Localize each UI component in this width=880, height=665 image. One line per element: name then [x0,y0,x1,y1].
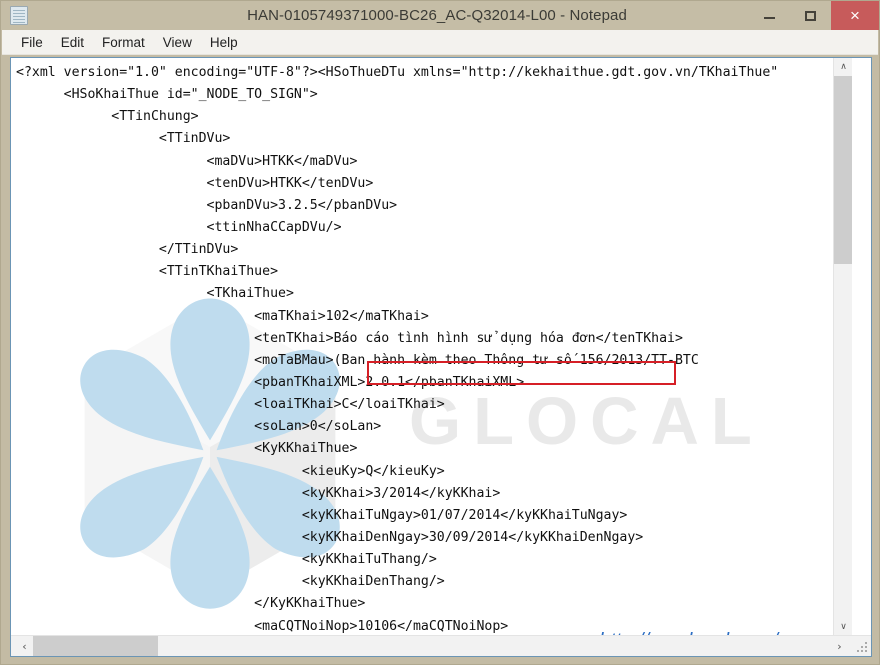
code-line: <kieuKy>Q</kieuKy> [16,463,445,479]
code-line: <tenDVu>HTKK</tenDVu> [16,175,374,191]
code-line: <maTKhai>102</maTKhai> [16,308,429,324]
editor-container: GLOCAL http://es-glocal.com/ <?xml versi… [10,57,872,657]
code-line: <soLan>0</soLan> [16,419,382,435]
window-controls: × [749,1,879,30]
horizontal-scroll-thumb[interactable] [33,636,158,656]
horizontal-scrollbar[interactable]: ‹ › [11,635,871,656]
code-line: <maCQTNoiNop>10106</maCQTNoiNop> [16,618,509,634]
menu-item-view[interactable]: View [154,33,201,52]
maximize-button[interactable] [790,1,831,30]
code-line: <TTinTKhaiThue> [16,264,279,280]
menu-bar: File Edit Format View Help [2,30,878,55]
minimize-button[interactable] [749,1,790,30]
xml-content[interactable]: <?xml version="1.0" encoding="UTF-8"?><H… [11,58,852,636]
menu-item-help[interactable]: Help [201,33,247,52]
notepad-window: HAN-0105749371000-BC26_AC-Q32014-L00 - N… [0,0,880,665]
code-line: <TKhaiThue> [16,286,294,302]
scroll-left-icon[interactable]: ‹ [15,636,34,656]
maximize-icon [805,10,816,21]
scroll-down-icon[interactable]: ∨ [834,618,852,636]
window-title: HAN-0105749371000-BC26_AC-Q32014-L00 - N… [247,7,627,24]
code-line: <TTinDVu> [16,131,231,147]
code-line: </KyKKhaiThue> [16,596,366,612]
code-line: <KyKKhaiThue> [16,441,358,457]
code-line: <pbanDVu>3.2.5</pbanDVu> [16,197,398,213]
menu-item-file[interactable]: File [12,33,52,52]
code-line: <kyKKhai>3/2014</kyKKhai> [16,485,501,501]
code-line: <TTinChung> [16,109,199,125]
code-line: <kyKKhaiDenNgay>30/09/2014</kyKKhaiDenNg… [16,529,644,545]
code-line: <HSoKhaiThue id="_NODE_TO_SIGN"> [16,87,318,103]
resize-grip[interactable] [857,642,869,654]
code-line: <moTaBMau>(Ban hành kèm theo Thông tư số… [16,352,699,368]
code-line: <maDVu>HTKK</maDVu> [16,153,358,169]
text-area[interactable]: GLOCAL http://es-glocal.com/ <?xml versi… [11,58,852,636]
close-icon: × [850,6,860,25]
code-line: </TTinDVu> [16,242,239,258]
close-button[interactable]: × [831,1,879,30]
code-line: <tenTKhai>Báo cáo tình hình sử dụng hóa … [16,330,683,346]
code-line: <kyKKhaiTuNgay>01/07/2014</kyKKhaiTuNgay… [16,507,628,523]
vertical-scrollbar[interactable]: ∧ ∨ [833,58,852,636]
code-line: <?xml version="1.0" encoding="UTF-8"?><H… [16,65,779,80]
scroll-up-icon[interactable]: ∧ [834,58,852,76]
code-line: <loaiTKhai>C</loaiTKhai> [16,397,445,413]
title-bar[interactable]: HAN-0105749371000-BC26_AC-Q32014-L00 - N… [1,1,879,30]
menu-item-format[interactable]: Format [93,33,154,52]
code-line: <pbanTKhaiXML>2.0.1</pbanTKhaiXML> [16,374,525,390]
code-line: <kyKKhaiTuThang/> [16,552,437,568]
code-line: <ttinNhaCCapDVu/> [16,219,342,235]
vertical-scroll-thumb[interactable] [834,76,852,264]
code-line: <kyKKhaiDenThang/> [16,574,445,590]
menu-item-edit[interactable]: Edit [52,33,93,52]
scroll-right-icon[interactable]: › [830,636,849,656]
minimize-icon [764,17,775,19]
